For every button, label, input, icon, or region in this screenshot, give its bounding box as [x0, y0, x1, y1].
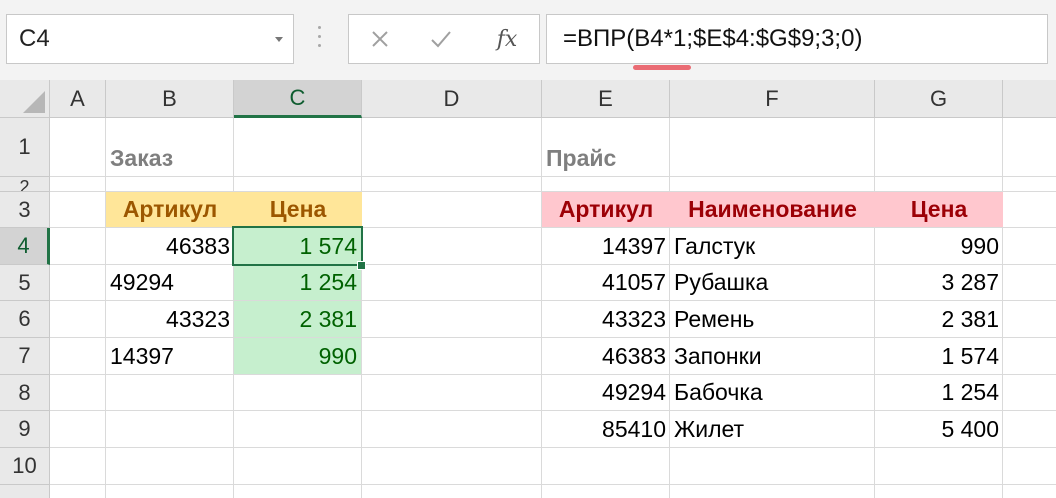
order-header-article[interactable]: Артикул [106, 192, 234, 227]
formula-text: =ВПР(B4*1;$E$4:$G$9;3;0) [563, 25, 863, 52]
price-name-cell[interactable]: Галстук [670, 228, 875, 264]
row-header-4[interactable]: 4 [0, 228, 50, 265]
price-header-name[interactable]: Наименование [670, 192, 875, 227]
row-header-2-label: 2 [19, 177, 30, 192]
price-article-cell[interactable]: 49294 [542, 375, 670, 410]
price-value-cell[interactable]: 2 381 [875, 301, 1003, 337]
drag-handle-icon[interactable] [318, 26, 322, 52]
formula-input[interactable]: =ВПР(B4*1;$E$4:$G$9;3;0) [546, 14, 1048, 70]
price-value-cell[interactable]: 5 400 [875, 411, 1003, 447]
column-header-g[interactable]: G [875, 80, 1003, 118]
price-value-cell[interactable]: 990 [875, 228, 1003, 264]
price-header-price[interactable]: Цена [875, 192, 1003, 227]
row-header-1[interactable]: 1 [0, 118, 50, 177]
price-name-cell[interactable]: Рубашка [670, 265, 875, 300]
column-header-e[interactable]: E [542, 80, 670, 118]
row-header-9[interactable]: 9 [0, 411, 50, 448]
order-price-cell[interactable]: 1 254 [234, 265, 361, 300]
gridline-horizontal [50, 447, 1056, 448]
order-table-title[interactable]: Заказ [106, 139, 234, 177]
row-header-8[interactable]: 8 [0, 375, 50, 411]
order-article-cell[interactable]: 43323 [106, 301, 234, 337]
formula-bar-row: C4 fx =ВПР(B4*1;$E$4:$G$9;3;0) [0, 0, 1056, 80]
row-header-7[interactable]: 7 [0, 338, 50, 375]
row-header-3[interactable]: 3 [0, 192, 50, 228]
gridline-horizontal [50, 484, 1056, 485]
row-header-6[interactable]: 6 [0, 301, 50, 338]
name-box-value: C4 [19, 25, 50, 52]
price-value-cell[interactable]: 1 574 [875, 338, 1003, 374]
price-article-cell[interactable]: 85410 [542, 411, 670, 447]
price-value-cell[interactable]: 1 254 [875, 375, 1003, 410]
price-article-cell[interactable]: 41057 [542, 265, 670, 300]
checkmark-icon[interactable] [425, 23, 457, 55]
column-header-c[interactable]: C [234, 80, 362, 118]
row-header-2[interactable]: 2 [0, 177, 50, 192]
order-price-cell[interactable]: 2 381 [234, 301, 361, 337]
price-name-cell[interactable]: Ремень [670, 301, 875, 337]
price-name-cell[interactable]: Жилет [670, 411, 875, 447]
order-price-cell[interactable]: 990 [234, 338, 361, 374]
column-header-d[interactable]: D [362, 80, 542, 118]
gridline-vertical [361, 118, 362, 498]
price-article-cell[interactable]: 46383 [542, 338, 670, 374]
chevron-down-icon[interactable] [275, 37, 283, 42]
price-article-cell[interactable]: 14397 [542, 228, 670, 264]
price-header-article[interactable]: Артикул [542, 192, 670, 227]
cross-icon[interactable] [364, 23, 396, 55]
column-header-f[interactable]: F [670, 80, 875, 118]
price-article-cell[interactable]: 43323 [542, 301, 670, 337]
fill-handle[interactable] [357, 261, 366, 270]
column-header-a[interactable]: A [50, 80, 106, 118]
order-article-cell[interactable]: 46383 [106, 228, 234, 264]
name-box[interactable]: C4 [6, 14, 294, 64]
price-value-cell[interactable]: 3 287 [875, 265, 1003, 300]
row-header-11 [0, 485, 50, 498]
row-header-10[interactable]: 10 [0, 448, 50, 485]
price-name-cell[interactable]: Запонки [670, 338, 875, 374]
price-name-cell[interactable]: Бабочка [670, 375, 875, 410]
order-article-cell[interactable]: 14397 [106, 338, 234, 374]
order-header-price[interactable]: Цена [234, 192, 362, 227]
select-all-button[interactable] [0, 80, 50, 118]
insert-function-icon[interactable]: fx [491, 23, 523, 55]
order-article-cell[interactable]: 49294 [106, 265, 234, 300]
column-header-blank [1003, 80, 1056, 118]
order-price-cell[interactable]: 1 574 [234, 228, 361, 264]
price-table-title[interactable]: Прайс [542, 139, 670, 177]
formula-tools: fx [348, 14, 540, 64]
formula-function-highlight [633, 65, 691, 70]
worksheet-grid: A B C D E F G 1 2 3 4 5 6 7 8 9 10 Заказ… [0, 80, 1056, 498]
column-header-b[interactable]: B [106, 80, 234, 118]
select-all-triangle-icon [23, 91, 45, 113]
row-header-5[interactable]: 5 [0, 265, 50, 301]
